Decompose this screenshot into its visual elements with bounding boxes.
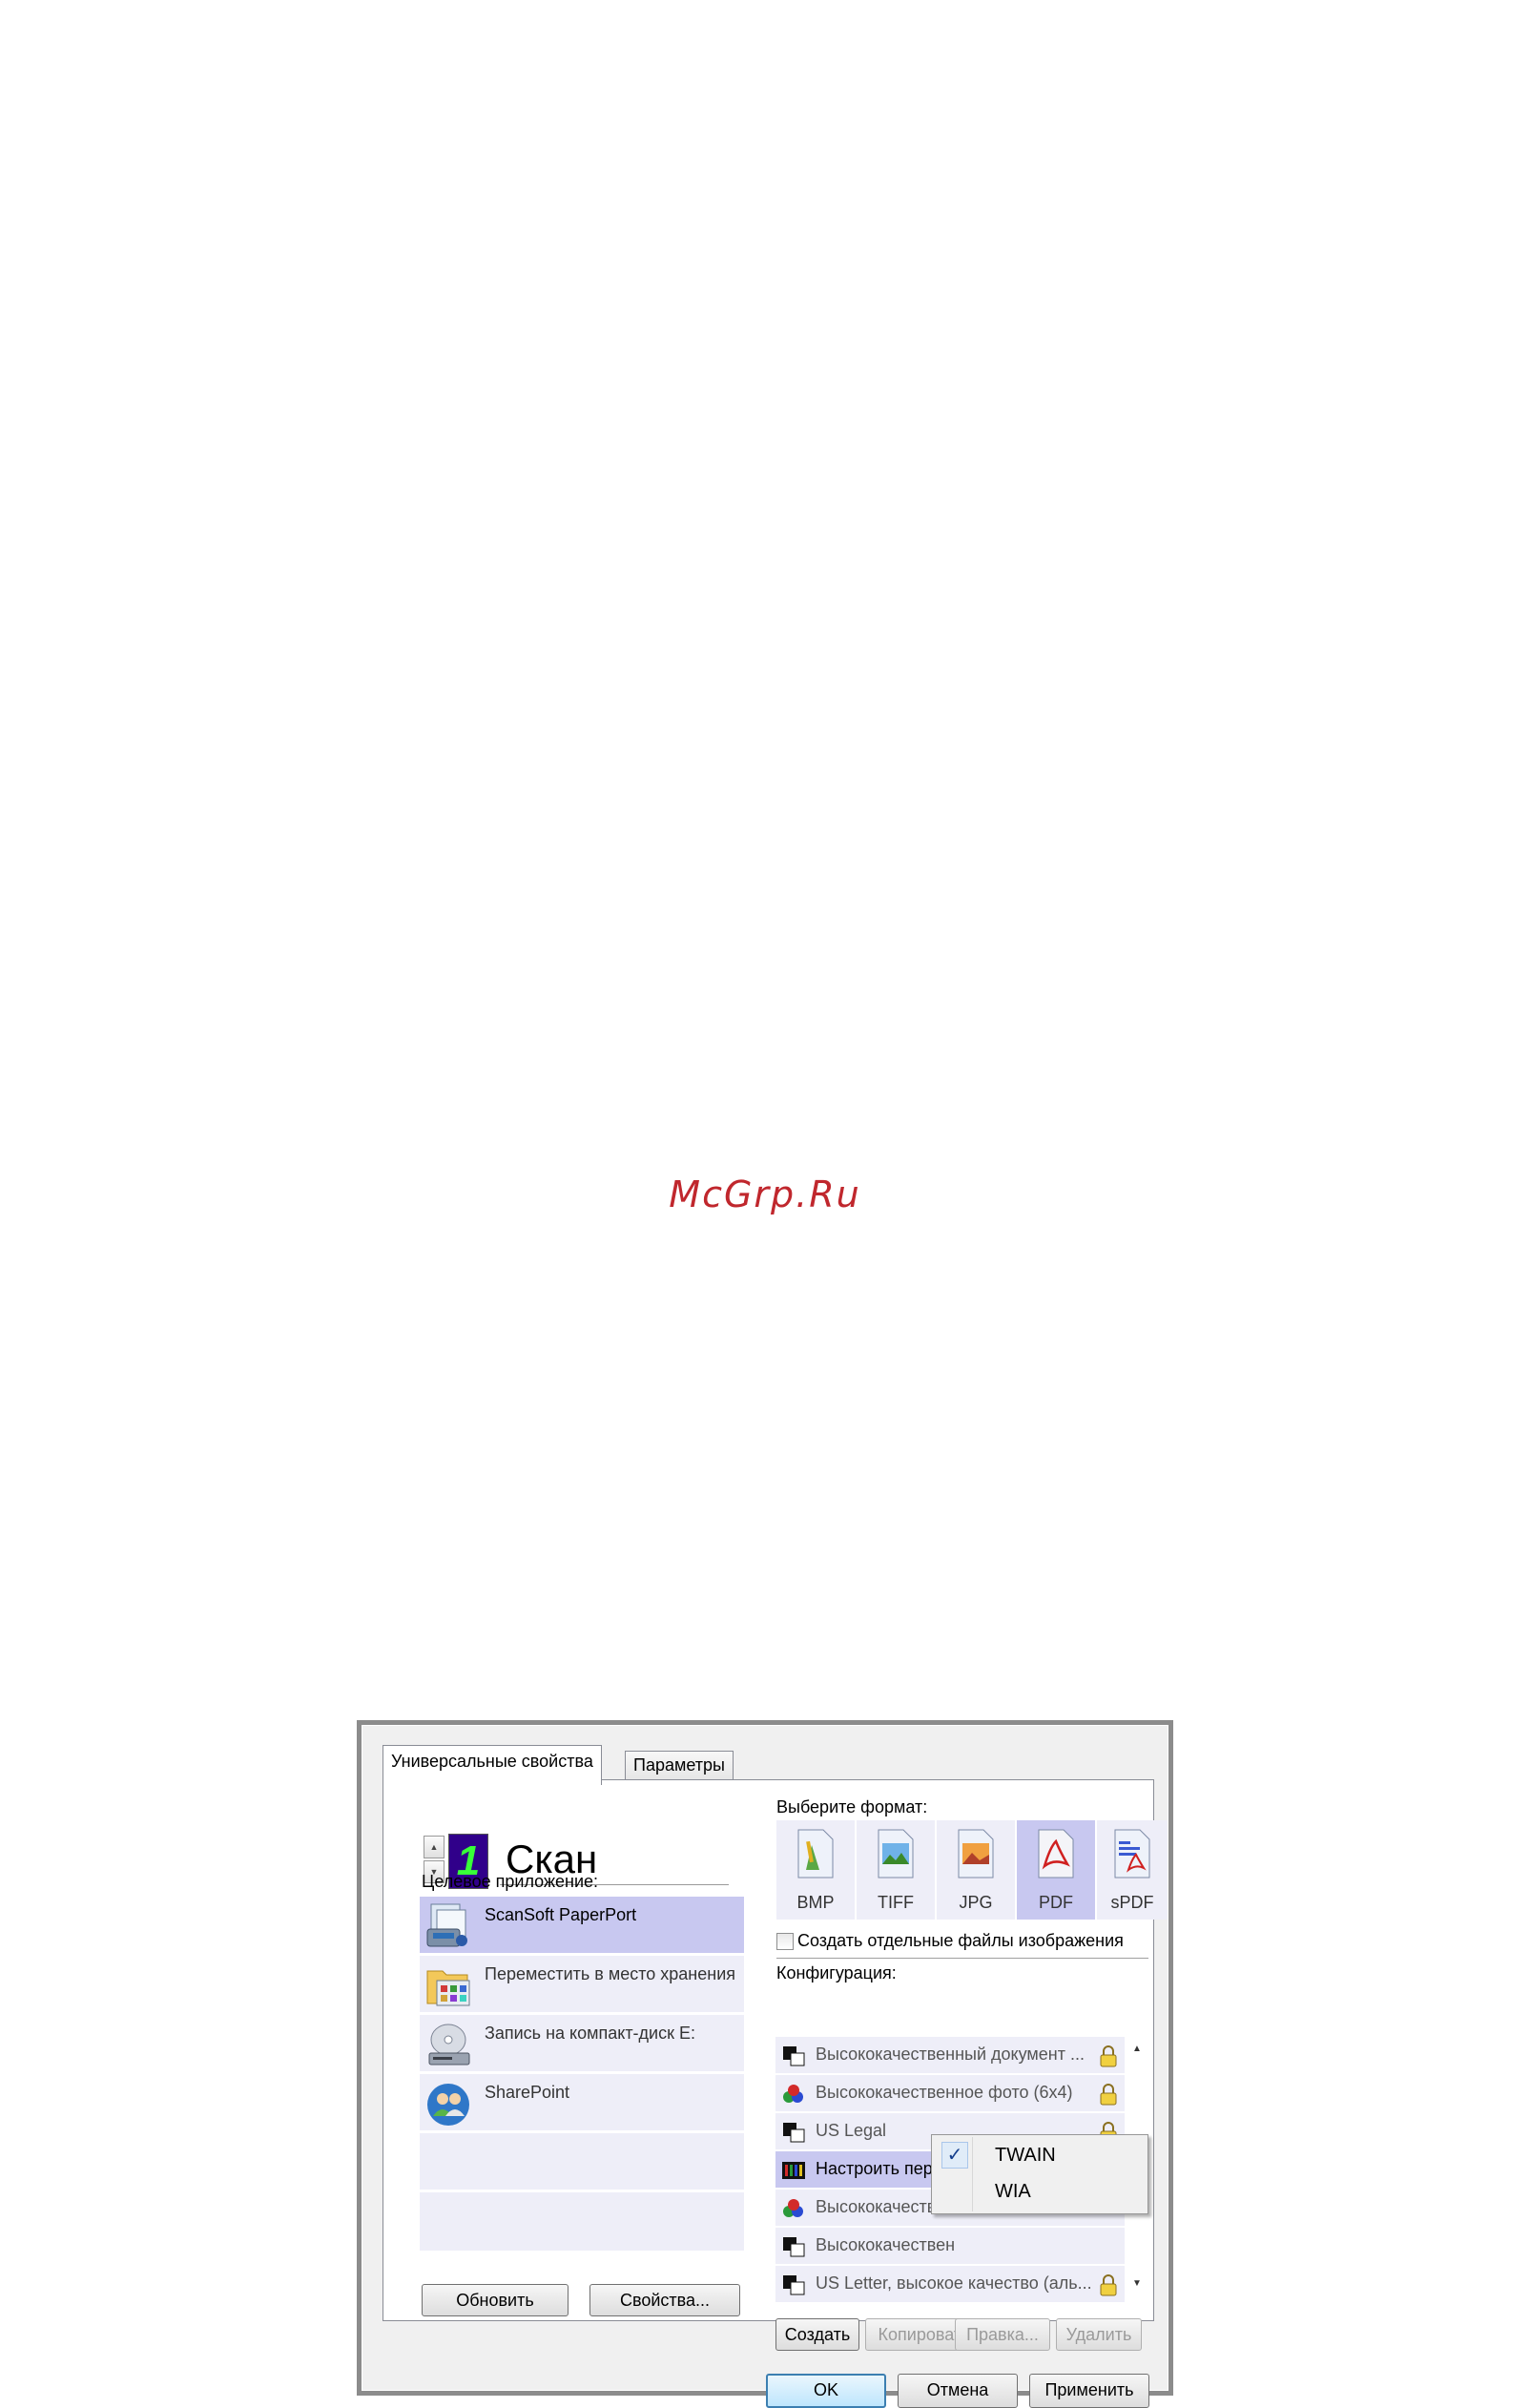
format-label: Выберите формат:	[776, 1797, 928, 1816]
checkmark-icon: ✓	[941, 2142, 968, 2169]
lock-icon	[1100, 2084, 1117, 2106]
create-config-button[interactable]: Создать	[775, 2318, 859, 2351]
watermark: McGrp.Ru	[669, 1173, 861, 1215]
destination-item-sharepoint[interactable]: SharePoint	[420, 2074, 744, 2133]
divider	[776, 1958, 1148, 1959]
menu-item-label: WIA	[995, 2181, 1031, 2202]
menu-item-wia[interactable]: WIA	[934, 2175, 1146, 2210]
bw-document-icon	[783, 2123, 805, 2143]
paperport-icon	[426, 1903, 467, 1947]
separate-files-label: Создать отдельные файлы изображения	[797, 1931, 1124, 1950]
sharepoint-icon	[427, 2084, 469, 2126]
format-label-tiff: TIFF	[878, 1893, 914, 1912]
tab-universal-properties[interactable]: Универсальные свойства	[382, 1745, 602, 1785]
color-photo-icon	[783, 2199, 803, 2217]
format-label-bmp: BMP	[796, 1893, 835, 1912]
config-item-label: Высококачественное фото (6x4)	[816, 2083, 1073, 2102]
config-item-label: Высококачествен	[816, 2235, 956, 2254]
bmp-file-icon	[797, 1829, 834, 1879]
edit-config-button[interactable]: Правка...	[955, 2318, 1050, 2351]
apply-button[interactable]: Применить	[1029, 2374, 1149, 2408]
separate-files-checkbox[interactable]	[776, 1933, 794, 1950]
format-spdf[interactable]: sPDF	[1097, 1820, 1168, 1920]
destination-label-storage: Переместить в место хранения	[485, 1964, 735, 1983]
config-item[interactable]: Высококачествен	[775, 2228, 1125, 2266]
tab-parameters[interactable]: Параметры	[625, 1751, 734, 1780]
scanner-interface-menu: ✓ TWAIN WIA	[931, 2134, 1148, 2214]
scan-properties-dialog: Универсальные свойства Параметры ▲ ▼ 1 С…	[357, 1720, 1173, 2408]
config-item[interactable]: US Letter, высокое качество (аль...	[775, 2266, 1125, 2304]
spdf-file-icon	[1114, 1829, 1150, 1879]
format-bmp[interactable]: BMP	[776, 1820, 855, 1920]
menu-item-twain[interactable]: ✓ TWAIN	[934, 2139, 1146, 2173]
tiff-file-icon	[878, 1829, 914, 1879]
destination-item-empty	[420, 2133, 744, 2192]
destination-list: ScanSoft PaperPort Переместить в место х…	[420, 1897, 744, 2271]
config-label: Конфигурация:	[776, 1963, 897, 1982]
delete-config-button[interactable]: Удалить	[1056, 2318, 1142, 2351]
destination-item-paperport[interactable]: ScanSoft PaperPort	[420, 1897, 744, 1956]
format-tiff[interactable]: TIFF	[857, 1820, 935, 1920]
config-item-label: Высококачественный документ ...	[816, 2045, 1085, 2064]
format-pdf[interactable]: PDF	[1017, 1820, 1095, 1920]
properties-button[interactable]: Свойства...	[589, 2284, 740, 2316]
destination-item-empty	[420, 2192, 744, 2253]
destination-label-sharepoint: SharePoint	[485, 2083, 570, 2102]
spin-up-button[interactable]: ▲	[424, 1836, 445, 1858]
config-item-label: US Letter, высокое качество (аль...	[816, 2273, 1092, 2293]
destination-label-cd-burn: Запись на компакт-диск E:	[485, 2024, 695, 2043]
pdf-file-icon	[1038, 1829, 1074, 1879]
bw-document-icon	[783, 2046, 805, 2066]
lock-icon	[1100, 2274, 1117, 2296]
config-item[interactable]: Высококачественное фото (6x4)	[775, 2075, 1125, 2113]
storage-folder-icon	[426, 1970, 470, 2006]
destination-item-storage[interactable]: Переместить в место хранения	[420, 1956, 744, 2015]
refresh-button[interactable]: Обновить	[422, 2284, 569, 2316]
bw-document-icon	[783, 2237, 805, 2257]
cancel-button[interactable]: Отмена	[898, 2374, 1018, 2408]
destination-label-paperport: ScanSoft PaperPort	[485, 1905, 637, 1924]
destination-label: Целевое приложение:	[422, 1872, 599, 1891]
ok-button[interactable]: OK	[766, 2374, 886, 2408]
destination-item-cd-burn[interactable]: Запись на компакт-диск E:	[420, 2015, 744, 2074]
config-item[interactable]: Высококачественный документ ...	[775, 2037, 1125, 2075]
format-label-jpg: JPG	[959, 1893, 993, 1912]
color-photo-icon	[783, 2085, 803, 2103]
jpg-file-icon	[958, 1829, 994, 1879]
scroll-down-arrow[interactable]: ▼	[1128, 2275, 1146, 2293]
scroll-up-arrow[interactable]: ▲	[1128, 2041, 1146, 2058]
cd-burn-icon	[428, 2024, 470, 2065]
config-item-label: US Legal	[816, 2121, 887, 2140]
format-label-pdf: PDF	[1039, 1893, 1073, 1912]
format-label-spdf: sPDF	[1110, 1893, 1154, 1912]
bw-document-icon	[783, 2275, 805, 2295]
menu-item-label: TWAIN	[995, 2145, 1056, 2166]
format-jpg[interactable]: JPG	[937, 1820, 1015, 1920]
configure-icon	[782, 2162, 805, 2179]
lock-icon	[1100, 2045, 1117, 2067]
